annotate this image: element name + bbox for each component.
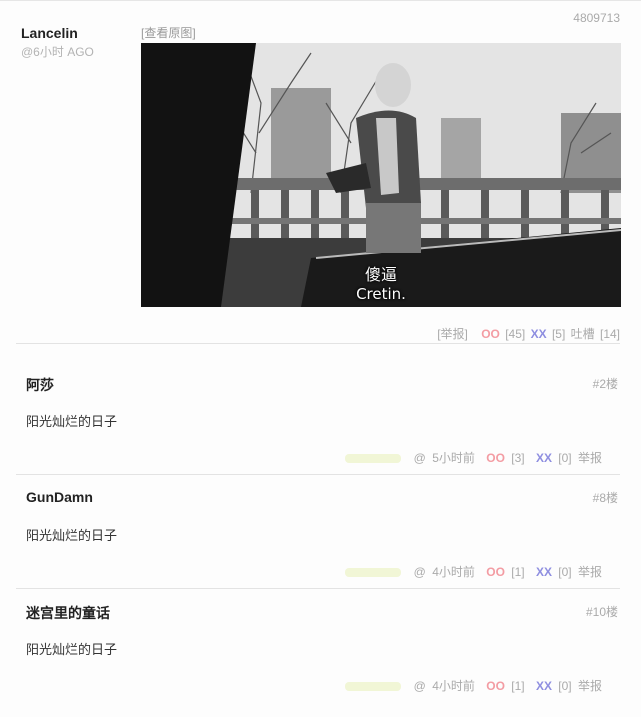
oo-button[interactable]: OO	[486, 679, 505, 693]
reply-at-link[interactable]: @	[414, 565, 426, 579]
comment-item: GunDamn #8楼 阳光灿烂的日子 @ 4小时前 OO [1] XX [0]…	[16, 489, 620, 603]
reply-at-link[interactable]: @	[414, 451, 426, 465]
xx-button[interactable]: XX	[531, 327, 547, 341]
post-author[interactable]: Lancelin	[21, 25, 78, 41]
comment-author[interactable]: 阿莎	[26, 375, 54, 395]
comment-floor[interactable]: #10楼	[586, 603, 618, 620]
tucao-link[interactable]: 吐槽	[571, 327, 595, 341]
xx-button[interactable]: XX	[536, 451, 552, 465]
comment-floor[interactable]: #8楼	[593, 489, 618, 506]
comment-author[interactable]: GunDamn	[26, 489, 93, 505]
comment-meta: @ 4小时前 OO [1] XX [0] 举报	[342, 563, 602, 580]
oo-count: [45]	[505, 327, 526, 341]
oo-count: [3]	[511, 451, 525, 465]
view-original-link[interactable]: [查看原图]	[141, 24, 196, 41]
comment-text: 阳光灿烂的日子	[26, 529, 118, 544]
oo-count: [1]	[511, 565, 525, 579]
reply-at-link[interactable]: @	[414, 679, 426, 693]
xx-button[interactable]: XX	[536, 565, 552, 579]
post-vote-bar: [举报] OO [45] XX [5] 吐槽 [14]	[435, 325, 620, 342]
post-id: 4809713	[573, 11, 620, 25]
xx-count: [5]	[551, 327, 566, 341]
comment-text: 阳光灿烂的日子	[26, 415, 118, 430]
comment-item: 迷宫里的童话 #10楼 阳光灿烂的日子 @ 4小时前 OO [1] XX [0]…	[16, 603, 620, 717]
xx-button[interactable]: XX	[536, 679, 552, 693]
top-divider	[0, 0, 641, 1]
post-image[interactable]: 傻逼 Cretin.	[141, 43, 621, 307]
comment-time: 4小时前	[432, 679, 475, 693]
oo-button[interactable]: OO	[486, 451, 505, 465]
report-link[interactable]: 举报	[578, 565, 602, 579]
oo-button[interactable]: OO	[481, 327, 500, 341]
comment-author[interactable]: 迷宫里的童话	[26, 603, 110, 623]
subtitle-english: Cretin.	[356, 285, 406, 303]
report-link[interactable]: 举报	[578, 679, 602, 693]
post-divider	[16, 343, 620, 344]
comment-text: 阳光灿烂的日子	[26, 643, 118, 658]
comment-item: 阿莎 #2楼 阳光灿烂的日子 @ 5小时前 OO [3] XX [0] 举报	[16, 375, 620, 489]
comment-meta: @ 4小时前 OO [1] XX [0] 举报	[342, 677, 602, 694]
oo-button[interactable]: OO	[486, 565, 505, 579]
xx-count: [0]	[558, 451, 572, 465]
report-link[interactable]: [举报]	[437, 327, 468, 341]
comment-time: 4小时前	[432, 565, 475, 579]
blurred-badge	[345, 568, 402, 578]
comment-divider	[16, 474, 620, 475]
comment-divider	[16, 588, 620, 589]
comment-meta: @ 5小时前 OO [3] XX [0] 举报	[342, 449, 602, 466]
comment-floor[interactable]: #2楼	[593, 375, 618, 392]
xx-count: [0]	[558, 679, 572, 693]
oo-count: [1]	[511, 679, 525, 693]
comment-time: 5小时前	[432, 451, 475, 465]
subtitle-chinese: 傻逼	[364, 265, 397, 284]
blurred-badge	[345, 682, 402, 692]
blurred-badge	[345, 454, 402, 464]
xx-count: [0]	[558, 565, 572, 579]
tucao-count: [14]	[599, 327, 620, 341]
report-link[interactable]: 举报	[578, 451, 602, 465]
post-time: @6小时 AGO	[21, 45, 94, 59]
